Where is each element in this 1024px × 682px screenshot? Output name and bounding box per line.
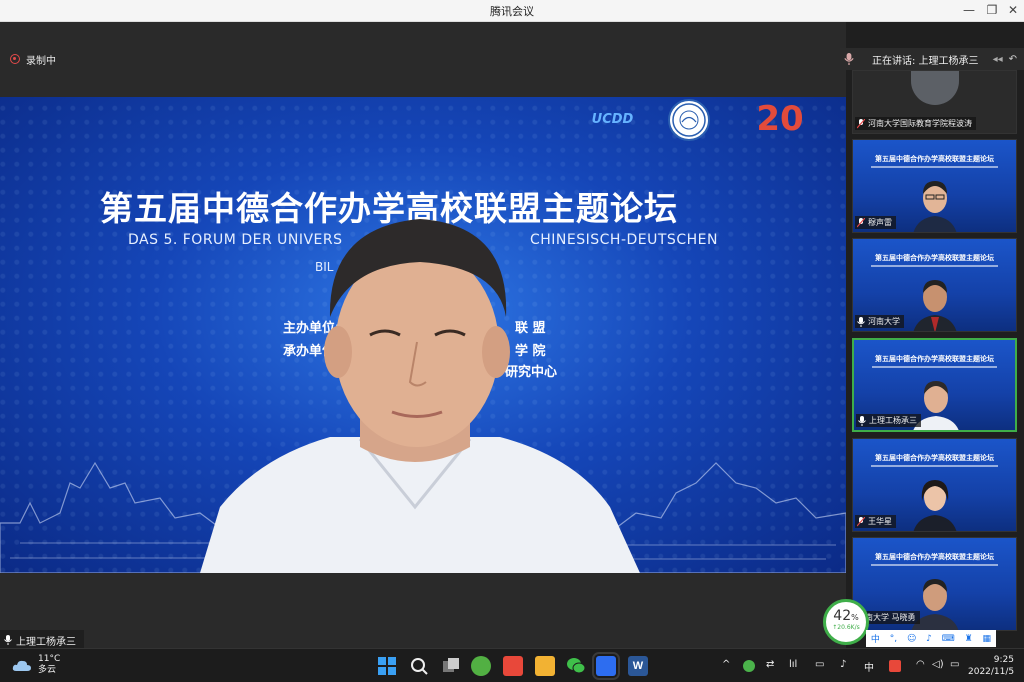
battery-icon[interactable]: ▭	[950, 659, 959, 670]
participant-label: 上理工杨承三	[856, 414, 921, 427]
tile-banner-title: 第五届中德合作办学高校联盟主题论坛	[875, 355, 994, 363]
show-hidden-icons-chevron-icon[interactable]: ^	[722, 659, 730, 670]
participant-face	[913, 280, 957, 331]
participant-tile[interactable]: 第五届中德合作办学高校联盟主题论坛 河南大学	[852, 238, 1017, 332]
weather-description: 多云	[38, 665, 57, 675]
keyboard-icon[interactable]: ⌨	[942, 634, 955, 644]
system-clock[interactable]: 9:25 2022/11/5	[968, 654, 1014, 678]
emoji-icon[interactable]: ☺	[907, 634, 916, 644]
punctuation-icon[interactable]: °,	[890, 634, 897, 644]
tile-banner-title: 第五届中德合作办学高校联盟主题论坛	[875, 155, 994, 163]
participant-label: 王华星	[855, 515, 896, 528]
network-speed-widget[interactable]: 42% ↑20.6K/s	[823, 599, 869, 645]
participant-video-thumbnail	[911, 71, 959, 105]
tray-meter-icon[interactable]: lıl	[789, 659, 797, 670]
tile-banner-subtitle	[871, 564, 998, 566]
close-button[interactable]: ✕	[1004, 3, 1022, 17]
tray-settings-icon[interactable]: ⇄	[766, 659, 774, 670]
speaking-now-bar: 正在讲话: 上理工杨承三 ◂◂ ↶	[840, 48, 1024, 70]
tray-display-icon[interactable]: ▭	[815, 659, 824, 670]
record-icon	[10, 54, 20, 64]
participant-label: 河南大学国际教育学院程波涛	[855, 117, 976, 130]
tray-app-icon[interactable]	[743, 660, 755, 672]
microphone-muted-icon	[857, 516, 865, 526]
recording-label: 录制中	[26, 55, 56, 67]
skin-icon[interactable]: ♜	[965, 634, 973, 644]
university-seal-logo	[668, 99, 710, 141]
microphone-icon	[858, 415, 866, 426]
active-speaker-name: 上理工杨承三	[16, 636, 76, 648]
participant-name: 上理工杨承三	[869, 416, 917, 425]
microphone-icon	[857, 316, 865, 327]
participant-name: 河南大学国际教育学院程波涛	[868, 119, 972, 128]
participant-label: 河南大学	[855, 315, 904, 328]
anniversary-20-logo: 20	[756, 99, 804, 139]
start-menu-icon[interactable]	[377, 656, 397, 676]
search-icon[interactable]	[409, 656, 429, 676]
tencent-meeting-window: 腾讯会议 — ❐ ✕ 录制中 UCDD 20 第五届中德合作办学高校联盟主题论坛…	[0, 0, 1024, 682]
main-video[interactable]: UCDD 20 第五届中德合作办学高校联盟主题论坛 DAS 5. FORUM D…	[0, 97, 846, 573]
windows-taskbar: 11°C 多云 W ^ ⇄ lıl ▭ ♪ 中 ◠ ◁) ▭ 9:25 2022…	[0, 648, 1024, 682]
tencent-meeting-icon[interactable]	[592, 652, 620, 680]
ucdd-logo: UCDD	[591, 111, 634, 127]
clock-time: 9:25	[993, 655, 1014, 665]
voice-input-icon[interactable]: ♪	[926, 634, 932, 644]
ime-toolbar[interactable]: 中 °, ☺ ♪ ⌨ ♜ ▦	[866, 630, 996, 647]
cloudy-icon	[12, 660, 32, 671]
recording-indicator[interactable]: 录制中	[10, 50, 56, 68]
speaker-video-person	[200, 219, 640, 573]
participant-name: 王华星	[868, 517, 892, 526]
participant-tile[interactable]: 河南大学国际教育学院程波涛	[852, 70, 1017, 134]
tray-microphone-icon[interactable]: ♪	[840, 659, 846, 670]
tile-banner-title: 第五届中德合作办学高校联盟主题论坛	[875, 454, 994, 462]
collapse-arrow-icon[interactable]: ◂◂	[993, 54, 1003, 65]
participant-tile[interactable]: 第五届中德合作办学高校联盟主题论坛 河南大学 马晓勇	[852, 537, 1017, 631]
shopping-app-icon[interactable]	[503, 656, 523, 676]
back-arrow-icon[interactable]: ↶	[1009, 54, 1017, 65]
clock-date: 2022/11/5	[968, 667, 1015, 677]
microphone-muted-icon	[857, 118, 865, 128]
browser-360-icon[interactable]	[471, 656, 491, 676]
tile-banner-subtitle	[872, 366, 997, 368]
participant-name: 河南大学	[868, 317, 900, 326]
word-icon[interactable]: W	[628, 656, 648, 676]
participant-tile[interactable]: 第五届中德合作办学高校联盟主题论坛 穆声雷	[852, 139, 1017, 233]
participant-name: 穆声雷	[868, 218, 892, 227]
window-title: 腾讯会议	[490, 5, 534, 18]
active-speaker-tag: 上理工杨承三	[0, 630, 84, 650]
wifi-icon[interactable]: ◠	[916, 659, 925, 670]
task-view-icon[interactable]	[441, 656, 461, 676]
tile-banner-subtitle	[871, 265, 998, 267]
tile-banner-title: 第五届中德合作办学高校联盟主题论坛	[875, 553, 994, 561]
microphone-muted-icon	[857, 217, 865, 227]
restore-button[interactable]: ❐	[983, 3, 1001, 17]
cpu-percent: 42%	[833, 608, 859, 624]
participant-tile[interactable]: 第五届中德合作办学高校联盟主题论坛 王华星	[852, 438, 1017, 532]
participant-label: 穆声雷	[855, 216, 896, 229]
tile-banner-subtitle	[871, 465, 998, 467]
upload-speed: ↑20.6K/s	[832, 624, 860, 631]
title-bar: 腾讯会议 — ❐ ✕	[0, 0, 1024, 22]
participant-face	[913, 480, 957, 531]
participant-face	[913, 181, 957, 232]
tray-language-label[interactable]: 中	[864, 659, 874, 674]
main-stage: 录制中 UCDD 20 第五届中德合作办学高校联盟主题论坛 DAS 5. FOR…	[0, 22, 846, 650]
tile-banner-title: 第五届中德合作办学高校联盟主题论坛	[875, 254, 994, 262]
weather-widget[interactable]: 11°C 多云	[12, 654, 60, 676]
volume-icon[interactable]: ◁)	[932, 659, 944, 670]
file-explorer-icon[interactable]	[535, 656, 555, 676]
weather-temperature: 11°C	[38, 654, 61, 664]
minimize-button[interactable]: —	[960, 3, 978, 17]
microphone-icon	[844, 53, 854, 65]
participant-tile-active-speaker[interactable]: 第五届中德合作办学高校联盟主题论坛 上理工杨承三	[852, 338, 1017, 432]
sogou-input-icon[interactable]	[889, 660, 901, 672]
tile-banner-subtitle	[871, 166, 998, 168]
toolbox-icon[interactable]: ▦	[982, 634, 991, 644]
microphone-icon	[4, 635, 12, 645]
wechat-icon[interactable]	[566, 656, 586, 676]
speaking-now-label: 正在讲话: 上理工杨承三	[872, 55, 979, 67]
ime-mode-label[interactable]: 中	[871, 632, 880, 645]
